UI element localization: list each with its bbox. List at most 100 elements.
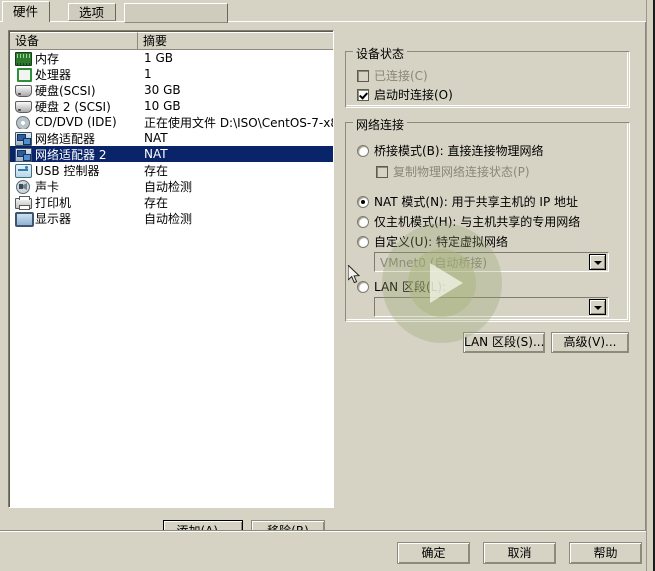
device-label: 硬盘 2 (SCSI) bbox=[35, 99, 111, 114]
connect-at-power-on-row[interactable]: 启动时连接(O) bbox=[357, 86, 453, 103]
help-button[interactable]: 帮助 bbox=[569, 542, 642, 564]
device-label: 网络适配器 bbox=[35, 131, 96, 146]
connected-label: 已连接(C) bbox=[374, 69, 428, 83]
device-name-cell: 声卡 bbox=[10, 178, 138, 195]
device-name-cell: 打印机 bbox=[10, 194, 138, 211]
radio-nat-label: NAT 模式(N): 用于共享主机的 IP 地址 bbox=[374, 195, 579, 209]
vm-settings-dialog: 硬件 选项 设备 摘要 内存 1 GB 处理器 1 硬盘(SCSI) 30 GB… bbox=[0, 0, 655, 571]
tab-hardware[interactable]: 硬件 bbox=[2, 1, 51, 22]
device-summary-cell: 存在 bbox=[144, 163, 169, 178]
custom-network-combo-value: VMnet0 (自动桥接) bbox=[380, 255, 488, 270]
custom-network-combo[interactable]: VMnet0 (自动桥接) bbox=[374, 252, 609, 272]
column-header-summary[interactable]: 摘要 bbox=[138, 32, 333, 50]
device-summary-cell: 10 GB bbox=[144, 99, 181, 113]
dialog-footer: 确定 取消 帮助 bbox=[0, 530, 655, 571]
device-label: 内存 bbox=[35, 51, 60, 66]
column-header-device[interactable]: 设备 bbox=[10, 32, 138, 50]
replicate-physical-checkbox[interactable] bbox=[376, 165, 388, 178]
table-row[interactable]: 硬盘(SCSI) 30 GB bbox=[10, 82, 333, 99]
replicate-physical-row[interactable]: 复制物理网络连接状态(P) bbox=[376, 163, 530, 180]
device-summary-cell: 正在使用文件 D:\ISO\CentOS-7-x86… bbox=[144, 115, 333, 130]
radio-custom-row[interactable]: 自定义(U): 特定虚拟网络 bbox=[357, 233, 508, 250]
device-name-cell: 网络适配器 bbox=[10, 130, 138, 147]
table-row[interactable]: 硬盘 2 (SCSI) 10 GB bbox=[10, 98, 333, 115]
radio-host-only-label: 仅主机模式(H): 与主机共享的专用网络 bbox=[374, 215, 581, 229]
network-adapter-icon bbox=[15, 131, 32, 146]
table-row[interactable]: 显示器 自动检测 bbox=[10, 210, 333, 227]
table-row[interactable]: 打印机 存在 bbox=[10, 194, 333, 211]
device-label: 处理器 bbox=[35, 67, 72, 82]
tab-options[interactable]: 选项 bbox=[68, 3, 117, 21]
device-summary-cell: NAT bbox=[144, 147, 168, 161]
advanced-button[interactable]: 高级(V)... bbox=[551, 332, 629, 353]
radio-lan-segment[interactable] bbox=[357, 280, 369, 293]
radio-nat-row[interactable]: NAT 模式(N): 用于共享主机的 IP 地址 bbox=[357, 193, 578, 210]
harddisk-icon bbox=[15, 83, 32, 97]
device-summary-cell: 1 bbox=[144, 67, 152, 81]
connect-at-power-on-checkbox[interactable] bbox=[357, 88, 369, 101]
device-summary-cell: 自动检测 bbox=[144, 179, 193, 194]
harddisk-icon bbox=[15, 99, 32, 113]
device-label: 网络适配器 2 bbox=[35, 147, 107, 162]
lan-segment-combo[interactable] bbox=[374, 297, 609, 317]
table-row[interactable]: 处理器 1 bbox=[10, 66, 333, 83]
lan-segments-button[interactable]: LAN 区段(S)... bbox=[463, 332, 545, 353]
device-label: CD/DVD (IDE) bbox=[35, 115, 117, 129]
device-status-legend: 设备状态 bbox=[353, 45, 408, 62]
radio-lan-segment-row[interactable]: LAN 区段(L): bbox=[357, 278, 446, 295]
processor-icon bbox=[15, 67, 32, 82]
device-name-cell: USB 控制器 bbox=[10, 162, 138, 179]
chevron-down-icon[interactable] bbox=[589, 254, 606, 270]
device-summary-cell: 1 GB bbox=[144, 51, 173, 65]
hardware-pane: 设备 摘要 内存 1 GB 处理器 1 硬盘(SCSI) 30 GB 硬盘 2 … bbox=[0, 21, 655, 542]
device-label: 显示器 bbox=[35, 211, 72, 226]
tab-strip-filler bbox=[124, 3, 228, 23]
table-row[interactable]: 内存 1 GB bbox=[10, 50, 333, 66]
radio-custom-label: 自定义(U): 特定虚拟网络 bbox=[374, 235, 509, 249]
radio-lan-segment-label: LAN 区段(L): bbox=[374, 280, 447, 294]
device-name-cell: CD/DVD (IDE) bbox=[10, 115, 138, 129]
table-row[interactable]: 声卡 自动检测 bbox=[10, 178, 333, 195]
network-adapter-icon bbox=[15, 147, 32, 162]
radio-host-only-row[interactable]: 仅主机模式(H): 与主机共享的专用网络 bbox=[357, 213, 580, 230]
radio-host-only[interactable] bbox=[357, 215, 369, 228]
device-label: 打印机 bbox=[35, 195, 72, 210]
device-summary-cell: 30 GB bbox=[144, 83, 181, 97]
network-connection-legend: 网络连接 bbox=[353, 116, 408, 133]
radio-bridged-row[interactable]: 桥接模式(B): 直接连接物理网络 bbox=[357, 142, 543, 159]
table-row[interactable]: CD/DVD (IDE) 正在使用文件 D:\ISO\CentOS-7-x86… bbox=[10, 114, 333, 130]
connected-checkbox[interactable] bbox=[357, 69, 369, 82]
device-label: 声卡 bbox=[35, 179, 60, 194]
device-name-cell: 网络适配器 2 bbox=[10, 146, 138, 163]
device-label: USB 控制器 bbox=[35, 163, 100, 178]
device-summary-cell: 自动检测 bbox=[144, 211, 193, 226]
device-status-group: 设备状态 已连接(C) 启动时连接(O) bbox=[345, 45, 630, 108]
sound-card-icon bbox=[15, 179, 31, 194]
connected-checkbox-row[interactable]: 已连接(C) bbox=[357, 67, 428, 84]
ok-button[interactable]: 确定 bbox=[397, 542, 470, 564]
device-label: 硬盘(SCSI) bbox=[35, 83, 96, 98]
radio-custom[interactable] bbox=[357, 235, 369, 248]
device-name-cell: 硬盘(SCSI) bbox=[10, 82, 138, 99]
radio-nat[interactable] bbox=[357, 195, 369, 208]
table-row-selected[interactable]: 网络适配器 2 NAT bbox=[10, 146, 333, 163]
printer-icon bbox=[15, 195, 32, 210]
device-list[interactable]: 设备 摘要 内存 1 GB 处理器 1 硬盘(SCSI) 30 GB 硬盘 2 … bbox=[8, 30, 334, 508]
radio-bridged[interactable] bbox=[357, 144, 369, 157]
cancel-button[interactable]: 取消 bbox=[483, 542, 556, 564]
connect-at-power-on-label: 启动时连接(O) bbox=[374, 88, 453, 102]
device-name-cell: 显示器 bbox=[10, 210, 138, 227]
device-name-cell: 处理器 bbox=[10, 66, 138, 83]
device-rows: 内存 1 GB 处理器 1 硬盘(SCSI) 30 GB 硬盘 2 (SCSI)… bbox=[10, 50, 333, 506]
network-connection-group: 网络连接 桥接模式(B): 直接连接物理网络 复制物理网络连接状态(P) NAT… bbox=[345, 116, 630, 322]
tab-strip: 硬件 选项 bbox=[0, 0, 655, 23]
cddvd-icon bbox=[15, 115, 31, 129]
table-row[interactable]: 网络适配器 NAT bbox=[10, 130, 333, 147]
memory-icon bbox=[15, 51, 32, 66]
table-row[interactable]: USB 控制器 存在 bbox=[10, 162, 333, 179]
chevron-down-icon[interactable] bbox=[589, 299, 606, 315]
device-list-header: 设备 摘要 bbox=[10, 32, 333, 50]
device-list-inner: 设备 摘要 内存 1 GB 处理器 1 硬盘(SCSI) 30 GB 硬盘 2 … bbox=[9, 31, 333, 507]
device-name-cell: 硬盘 2 (SCSI) bbox=[10, 98, 138, 115]
device-summary-cell: NAT bbox=[144, 131, 168, 145]
